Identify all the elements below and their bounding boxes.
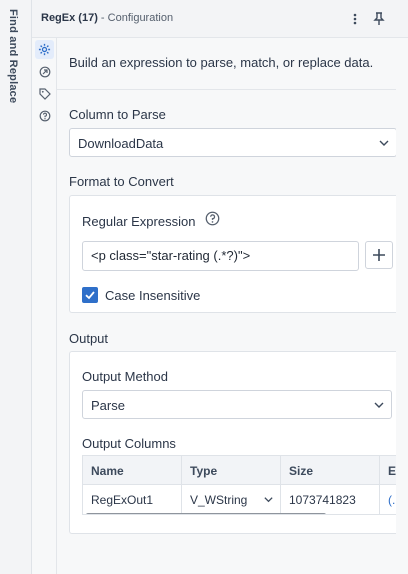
output-method-select[interactable]: Parse — [82, 390, 392, 419]
column-to-parse-select[interactable]: DownloadData — [69, 128, 397, 157]
table-header-row: Name Type Size E — [83, 456, 408, 485]
case-insensitive-checkbox[interactable] — [82, 287, 98, 303]
configuration-panel: Build an expression to parse, match, or … — [57, 38, 408, 574]
chevron-down-icon — [374, 402, 384, 408]
tab-help[interactable] — [35, 106, 54, 125]
output-label: Output — [69, 331, 109, 346]
tab-configuration[interactable] — [35, 40, 54, 59]
format-to-convert-card: Regular Expression <p class="star-rating… — [69, 195, 408, 313]
tab-annotation[interactable] — [35, 84, 54, 103]
find-and-replace-label[interactable]: Find and Replace — [7, 9, 19, 103]
output-method-value: Parse — [91, 398, 125, 413]
config-tab-strip — [32, 38, 57, 574]
output-method-label: Output Method — [82, 369, 168, 384]
regular-expression-label: Regular Expression — [82, 214, 196, 229]
checkmark-icon — [85, 291, 95, 300]
cell-type: V_WString — [190, 493, 248, 507]
help-icon — [39, 110, 50, 121]
help-icon[interactable] — [205, 211, 220, 226]
plus-icon — [373, 249, 385, 261]
column-to-parse-value: DownloadData — [78, 136, 164, 151]
column-header-type[interactable]: Type — [182, 456, 281, 485]
circle-arrow-icon — [39, 66, 50, 77]
regular-expression-input[interactable]: <p class="star-rating (.*?)"> — [82, 241, 359, 271]
header-subtitle: - Configuration — [100, 12, 174, 24]
panel-right-edge — [396, 38, 408, 574]
output-columns-label: Output Columns — [82, 436, 176, 451]
cell-name[interactable]: RegExOut1 — [83, 485, 182, 514]
tab-layout[interactable] — [35, 62, 54, 81]
tool-description: Build an expression to parse, match, or … — [69, 55, 374, 70]
configuration-header: RegEx (17) - Configuration — [32, 0, 408, 38]
gear-icon — [38, 43, 51, 56]
header-title: RegEx (17) - Configuration — [41, 12, 173, 24]
tag-icon — [38, 87, 51, 100]
column-header-name[interactable]: Name — [83, 456, 182, 485]
cell-size[interactable]: 1073741823 — [281, 485, 380, 514]
tool-name: RegEx (17) — [41, 12, 98, 24]
more-vertical-icon — [353, 13, 357, 25]
type-select[interactable]: V_WString — [182, 485, 281, 514]
more-options-button[interactable] — [345, 9, 365, 29]
case-insensitive-label[interactable]: Case Insensitive — [105, 288, 200, 303]
divider — [57, 89, 408, 90]
insert-token-button[interactable] — [365, 241, 393, 269]
output-columns-table: Name Type Size E RegExOut1 V_WString 107… — [82, 455, 408, 515]
chevron-down-icon — [264, 497, 273, 503]
output-card: Output Method Parse Output Columns Name … — [69, 351, 408, 534]
find-and-replace-rail[interactable]: Find and Replace — [0, 0, 32, 574]
pin-icon — [373, 12, 385, 25]
table-row[interactable]: RegExOut1 V_WString 1073741823 (. — [83, 485, 408, 514]
chevron-down-icon — [379, 140, 389, 146]
format-to-convert-label: Format to Convert — [69, 174, 174, 189]
column-header-size[interactable]: Size — [281, 456, 380, 485]
pin-button[interactable] — [369, 9, 389, 29]
column-to-parse-label: Column to Parse — [69, 107, 166, 122]
horizontal-scrollbar[interactable] — [86, 513, 326, 514]
